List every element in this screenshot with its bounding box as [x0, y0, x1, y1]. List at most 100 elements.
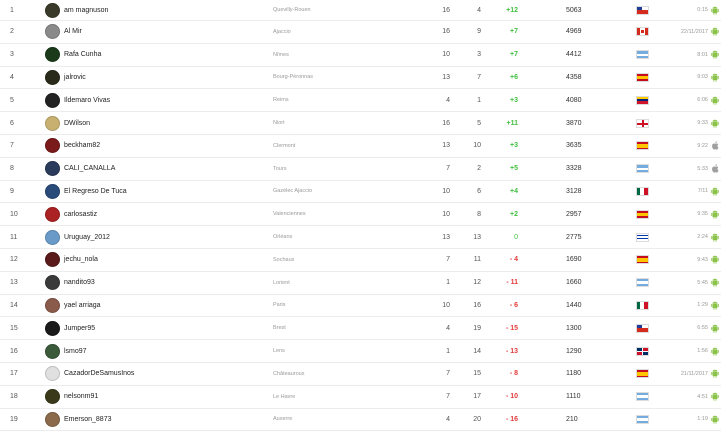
- table-row[interactable]: 18 nelsonm91 Le Havre 7 17 - 10 1110 4:51: [0, 386, 721, 409]
- score-difference: +4: [510, 187, 518, 195]
- team-name: Niort: [273, 120, 285, 127]
- avatar[interactable]: [44, 409, 60, 431]
- player-name[interactable]: jalrovic: [64, 67, 264, 89]
- spain-flag-icon: [635, 203, 649, 225]
- avatar[interactable]: [44, 181, 60, 203]
- team-name: Paris: [273, 302, 286, 309]
- second-count: 20: [473, 415, 481, 423]
- android-icon: [710, 272, 720, 294]
- team-name: Nîmes: [273, 51, 289, 58]
- team-name: Lorient: [273, 279, 290, 286]
- points-value: 4358: [566, 73, 582, 81]
- table-row[interactable]: 11 Uruguay_2012 Orléans 13 13 0 2775 2:24: [0, 226, 721, 249]
- last-seen-time: 1:19: [697, 416, 708, 423]
- rank-number: 15: [10, 324, 18, 332]
- player-name[interactable]: nelsonm91: [64, 386, 264, 408]
- avatar[interactable]: [44, 44, 60, 66]
- table-row[interactable]: 13 nandito93 Lorient 1 12 - 11 1660 5:45: [0, 272, 721, 295]
- team-name: Valenciennes: [273, 211, 306, 218]
- second-count: 17: [473, 393, 481, 401]
- player-name[interactable]: beckham82: [64, 135, 264, 157]
- team-name: Bourg-Péronnas: [273, 74, 314, 81]
- team-name: Le Havre: [273, 393, 296, 400]
- avatar[interactable]: [44, 158, 60, 180]
- table-row[interactable]: 3 Rafa Cunha Nîmes 10 3 +7 4412 8:01: [0, 44, 721, 67]
- table-row[interactable]: 12 jechu_nola Sochaux 7 11 - 4 1690 9:43: [0, 249, 721, 272]
- table-row[interactable]: 10 carlosastiz Valenciennes 10 8 +2 2957 9:35: [0, 203, 721, 227]
- uruguay-flag-icon: [635, 226, 649, 248]
- avatar[interactable]: [44, 363, 60, 385]
- avatar[interactable]: [44, 203, 60, 225]
- table-row[interactable]: 9 El Regreso De Tuca Gazélec Ajaccio 10 6 +4 3…: [0, 181, 721, 204]
- table-row[interactable]: 1 am magnuson Quevilly-Rouen 16 4 +12 5063 0:15: [0, 0, 721, 21]
- team-name: Ajaccio: [273, 28, 291, 35]
- player-name[interactable]: Emerson_8873: [64, 409, 264, 431]
- avatar[interactable]: [44, 0, 60, 20]
- avatar[interactable]: [44, 135, 60, 157]
- last-seen-time: 5:33: [697, 165, 708, 172]
- avatar[interactable]: [44, 226, 60, 248]
- avatar[interactable]: [44, 249, 60, 271]
- player-name[interactable]: DWilson: [64, 112, 264, 134]
- player-name[interactable]: Al Mir: [64, 21, 264, 43]
- table-row[interactable]: 19 Emerson_8873 Auxerre 4 20 - 16 210 1:19: [0, 409, 721, 432]
- points-value: 3870: [566, 119, 582, 127]
- player-name[interactable]: jechu_nola: [64, 249, 264, 271]
- mexico-flag-icon: [635, 295, 649, 317]
- last-seen-time: 22/11/2017: [680, 28, 708, 35]
- rank-number: 5: [10, 96, 14, 104]
- android-icon: [710, 21, 720, 43]
- table-row[interactable]: 2 Al Mir Ajaccio 16 9 +7 4969 22/11/2017: [0, 21, 721, 44]
- rank-number: 12: [10, 256, 18, 264]
- avatar[interactable]: [44, 386, 60, 408]
- avatar[interactable]: [44, 317, 60, 339]
- avatar[interactable]: [44, 89, 60, 111]
- player-name[interactable]: carlosastiz: [64, 203, 264, 225]
- argentina-flag-icon: [635, 272, 649, 294]
- player-name[interactable]: Uruguay_2012: [64, 226, 264, 248]
- last-seen-time: 1:56: [697, 348, 708, 355]
- player-name[interactable]: yael arriaga: [64, 295, 264, 317]
- player-name[interactable]: nandito93: [64, 272, 264, 294]
- played-count: 16: [442, 6, 450, 14]
- england-flag-icon: [635, 112, 649, 134]
- avatar[interactable]: [44, 295, 60, 317]
- avatar[interactable]: [44, 112, 60, 134]
- table-row[interactable]: 4 jalrovic Bourg-Péronnas 13 7 +6 4358 9:03: [0, 67, 721, 90]
- table-row[interactable]: 7 beckham82 Clermont 13 10 +3 3635 9:22: [0, 135, 721, 158]
- second-count: 4: [477, 6, 481, 14]
- rank-number: 19: [10, 415, 18, 423]
- table-row[interactable]: 16 lsmo97 Lens 1 14 - 13 1290 1:56: [0, 340, 721, 363]
- played-count: 7: [446, 370, 450, 378]
- player-name[interactable]: Ildemaro Vivas: [64, 89, 264, 111]
- points-value: 1300: [566, 324, 582, 332]
- avatar[interactable]: [44, 340, 60, 362]
- score-difference: - 8: [509, 370, 518, 378]
- android-icon: [710, 67, 720, 89]
- score-difference: - 16: [505, 415, 518, 423]
- player-name[interactable]: lsmo97: [64, 340, 264, 362]
- avatar[interactable]: [44, 67, 60, 89]
- table-row[interactable]: 8 CALI_CANALLA Tours 7 2 +5 3328 5:33: [0, 158, 721, 181]
- player-name[interactable]: CazadorDeSamusInos: [64, 363, 264, 385]
- player-name[interactable]: Rafa Cunha: [64, 44, 264, 66]
- android-icon: [710, 203, 720, 225]
- player-name[interactable]: El Regreso De Tuca: [64, 181, 264, 203]
- table-row[interactable]: 5 Ildemaro Vivas Reims 4 1 +3 4080 6:06: [0, 89, 721, 113]
- player-name[interactable]: am magnuson: [64, 0, 264, 20]
- score-difference: +2: [510, 210, 518, 218]
- table-row[interactable]: 14 yael arriaga Paris 10 16 - 6 1440 1:29: [0, 295, 721, 318]
- player-name[interactable]: Jumper95: [64, 317, 264, 339]
- player-name[interactable]: CALI_CANALLA: [64, 158, 264, 180]
- rank-number: 14: [10, 301, 18, 309]
- team-name: Gazélec Ajaccio: [273, 188, 313, 195]
- avatar[interactable]: [44, 272, 60, 294]
- score-difference: +6: [510, 73, 518, 81]
- score-difference: - 10: [505, 393, 518, 401]
- table-row[interactable]: 15 Jumper95 Brest 4 19 - 15 1300 6:55: [0, 317, 721, 341]
- avatar[interactable]: [44, 21, 60, 43]
- table-row[interactable]: 6 DWilson Niort 16 5 +11 3870 9:33: [0, 112, 721, 135]
- table-row[interactable]: 17 CazadorDeSamusInos Châteauroux 7 15 - 8 118…: [0, 363, 721, 386]
- last-seen-time: 9:22: [697, 142, 708, 149]
- team-name: Lens: [273, 348, 285, 355]
